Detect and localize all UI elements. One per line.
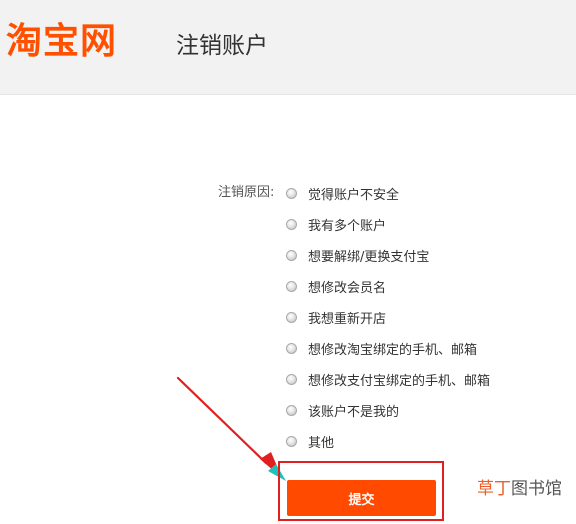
watermark-text: 图书馆 bbox=[511, 479, 562, 499]
watermark: 草丁图书馆 bbox=[477, 478, 562, 500]
annotation-arrow-icon bbox=[176, 376, 286, 481]
watermark-accent: 草丁 bbox=[477, 479, 511, 499]
submit-button[interactable]: 提交 bbox=[287, 480, 436, 516]
